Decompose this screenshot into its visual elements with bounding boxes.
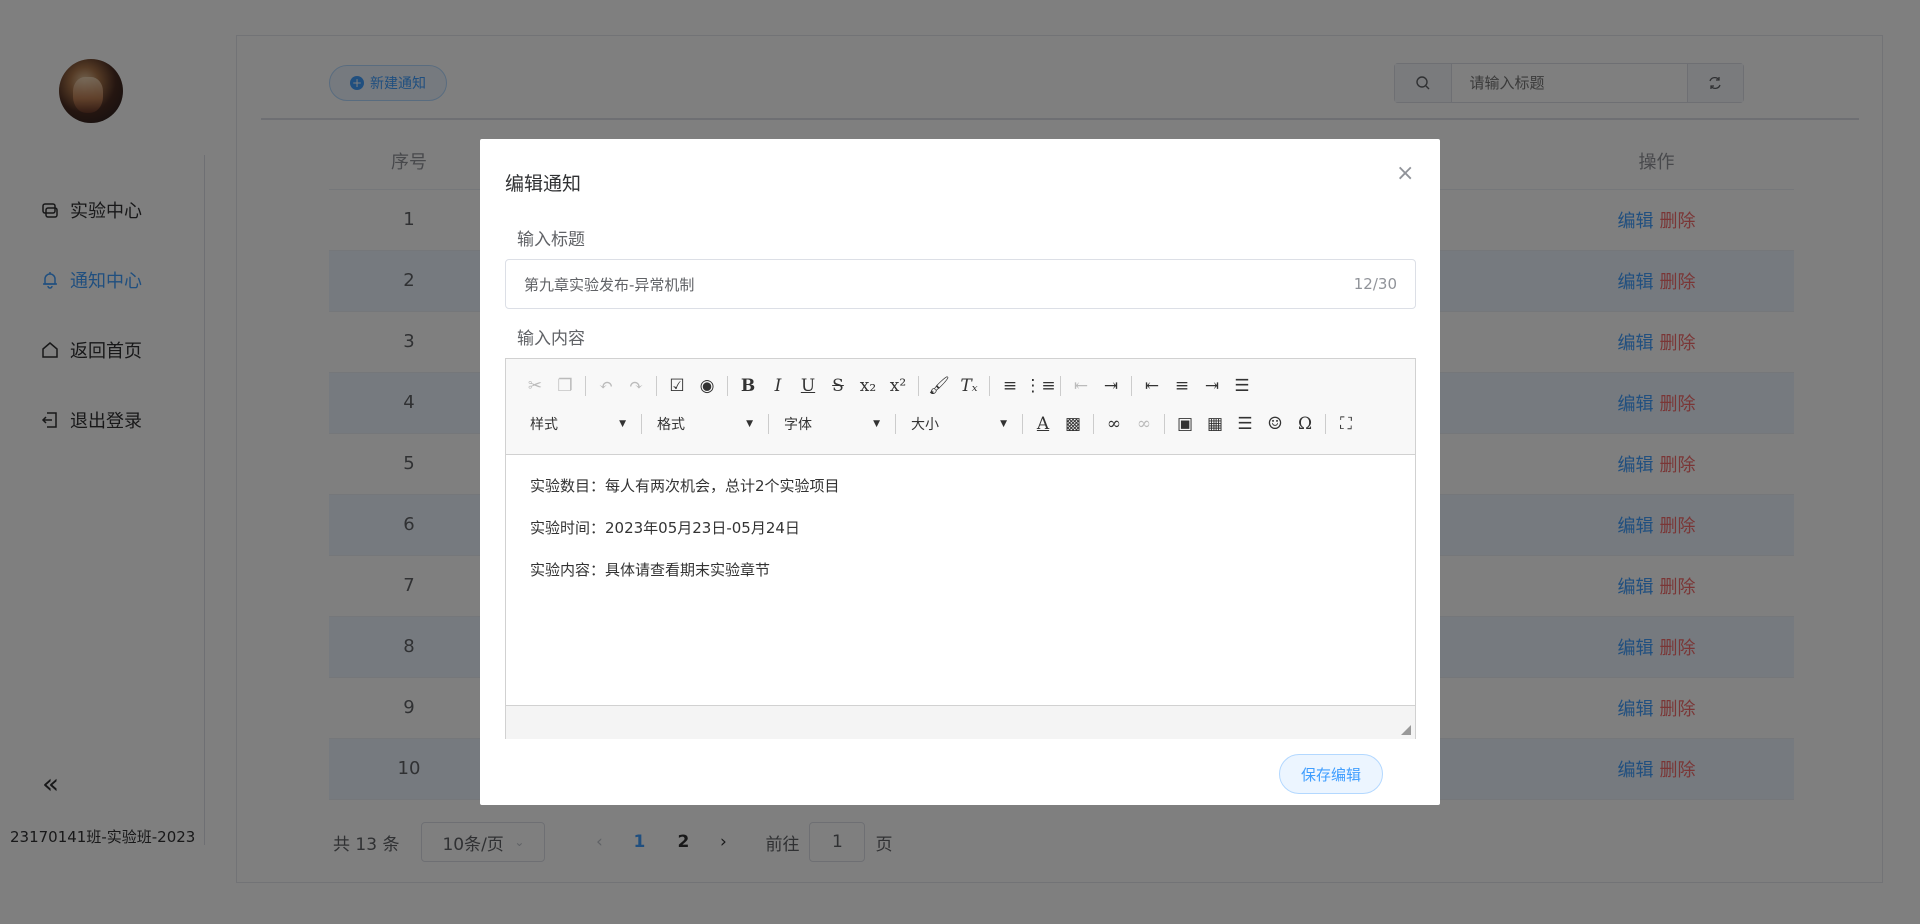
content-field-label: 输入内容 xyxy=(517,329,585,349)
title-char-count: 12/30 xyxy=(1353,275,1397,293)
special-char-icon[interactable]: Ω xyxy=(1290,409,1320,439)
checkbox-icon[interactable]: ☑ xyxy=(662,371,692,401)
highlight-color-icon[interactable]: ▩ xyxy=(1058,409,1088,439)
editor-status-bar xyxy=(506,705,1415,739)
toolbar-separator xyxy=(768,414,769,434)
toolbar-separator xyxy=(918,376,919,396)
toolbar-separator xyxy=(989,376,990,396)
dialog-title: 编辑通知 xyxy=(505,173,582,195)
undo-icon[interactable]: ↶ xyxy=(591,371,621,401)
superscript-icon[interactable]: x² xyxy=(883,371,913,401)
toolbar-separator xyxy=(1093,414,1094,434)
toolbar-separator xyxy=(1131,376,1132,396)
emoji-icon[interactable]: ☺ xyxy=(1260,409,1290,439)
indent-icon[interactable]: ⇥ xyxy=(1096,371,1126,401)
strikethrough-icon[interactable]: S xyxy=(823,371,853,401)
style-dropdown-label: 样式 xyxy=(530,417,558,433)
caret-down-icon: ▼ xyxy=(619,419,626,429)
align-right-icon[interactable]: ⇥ xyxy=(1197,371,1227,401)
italic-icon[interactable]: I xyxy=(763,371,793,401)
toolbar-separator xyxy=(641,414,642,434)
cut-icon[interactable]: ✂ xyxy=(520,371,550,401)
text-color-icon[interactable]: A xyxy=(1028,409,1058,439)
toolbar-separator xyxy=(1022,414,1023,434)
resize-grip-icon[interactable] xyxy=(1401,725,1411,735)
radio-icon[interactable]: ◉ xyxy=(692,371,722,401)
size-dropdown-label: 大小 xyxy=(911,417,939,433)
horizontal-rule-icon[interactable]: ☰ xyxy=(1230,409,1260,439)
save-edit-button[interactable]: 保存编辑 xyxy=(1279,754,1383,794)
underline-icon[interactable]: U xyxy=(793,371,823,401)
size-dropdown[interactable]: 大小 ▼ xyxy=(901,409,1017,439)
fullscreen-icon[interactable]: ⛶ xyxy=(1331,409,1361,439)
unordered-list-icon[interactable]: ⋮≡ xyxy=(1024,371,1055,401)
align-left-icon[interactable]: ⇤ xyxy=(1137,371,1167,401)
table-icon[interactable]: ▦ xyxy=(1200,409,1230,439)
image-icon[interactable]: ▣ xyxy=(1170,409,1200,439)
redo-icon[interactable]: ↷ xyxy=(621,371,651,401)
copy-icon[interactable]: ❐ xyxy=(550,371,580,401)
toolbar-separator xyxy=(727,376,728,396)
close-icon[interactable]: × xyxy=(1396,163,1414,185)
toolbar-separator xyxy=(1325,414,1326,434)
content-line: 实验内容：具体请查看期末实验章节 xyxy=(530,561,771,579)
align-center-icon[interactable]: ≡ xyxy=(1167,371,1197,401)
caret-down-icon: ▼ xyxy=(1000,419,1007,429)
unlink-icon[interactable]: ∞ xyxy=(1129,409,1159,439)
content-line: 实验时间：2023年05月23日-05月24日 xyxy=(530,519,800,537)
outdent-icon[interactable]: ⇤ xyxy=(1066,371,1096,401)
caret-down-icon: ▼ xyxy=(746,419,753,429)
title-input-value: 第九章实验发布-异常机制 xyxy=(524,275,695,294)
align-justify-icon[interactable]: ☰ xyxy=(1227,371,1257,401)
rich-text-editor: ✂ ❐ ↶ ↷ ☑ ◉ B I U S x₂ x² 🖌 Tₓ ≡ ⋮≡ ⇤ ⇥ … xyxy=(505,358,1416,739)
edit-notice-dialog: 编辑通知 × 输入标题 第九章实验发布-异常机制 12/30 输入内容 ✂ ❐ … xyxy=(480,139,1440,805)
font-dropdown[interactable]: 字体 ▼ xyxy=(774,409,890,439)
editor-toolbar: ✂ ❐ ↶ ↷ ☑ ◉ B I U S x₂ x² 🖌 Tₓ ≡ ⋮≡ ⇤ ⇥ … xyxy=(506,359,1415,455)
content-line: 实验数目：每人有两次机会，总计2个实验项目 xyxy=(530,477,840,495)
font-dropdown-label: 字体 xyxy=(784,417,812,433)
format-dropdown-label: 格式 xyxy=(657,417,685,433)
link-icon[interactable]: ∞ xyxy=(1099,409,1129,439)
ordered-list-icon[interactable]: ≡ xyxy=(995,371,1025,401)
toolbar-row-1: ✂ ❐ ↶ ↷ ☑ ◉ B I U S x₂ x² 🖌 Tₓ ≡ ⋮≡ ⇤ ⇥ … xyxy=(520,367,1401,405)
subscript-icon[interactable]: x₂ xyxy=(853,371,883,401)
toolbar-separator xyxy=(895,414,896,434)
bold-icon[interactable]: B xyxy=(733,371,763,401)
toolbar-separator xyxy=(1164,414,1165,434)
caret-down-icon: ▼ xyxy=(873,419,880,429)
toolbar-separator xyxy=(585,376,586,396)
title-field-label: 输入标题 xyxy=(517,230,585,250)
toolbar-separator xyxy=(656,376,657,396)
toolbar-separator xyxy=(1060,376,1061,396)
title-input[interactable]: 第九章实验发布-异常机制 12/30 xyxy=(505,259,1416,309)
style-dropdown[interactable]: 样式 ▼ xyxy=(520,409,636,439)
toolbar-row-2: 样式 ▼ 格式 ▼ 字体 ▼ 大小 ▼ A ▩ ∞ ∞ ▣ ▦ ☰ ☺ Ω ⛶ xyxy=(520,405,1401,443)
editor-content[interactable]: 实验数目：每人有两次机会，总计2个实验项目 实验时间：2023年05月23日-0… xyxy=(506,455,1415,705)
format-painter-icon[interactable]: 🖌 xyxy=(924,371,954,401)
clear-format-icon[interactable]: Tₓ xyxy=(954,371,984,401)
format-dropdown[interactable]: 格式 ▼ xyxy=(647,409,763,439)
